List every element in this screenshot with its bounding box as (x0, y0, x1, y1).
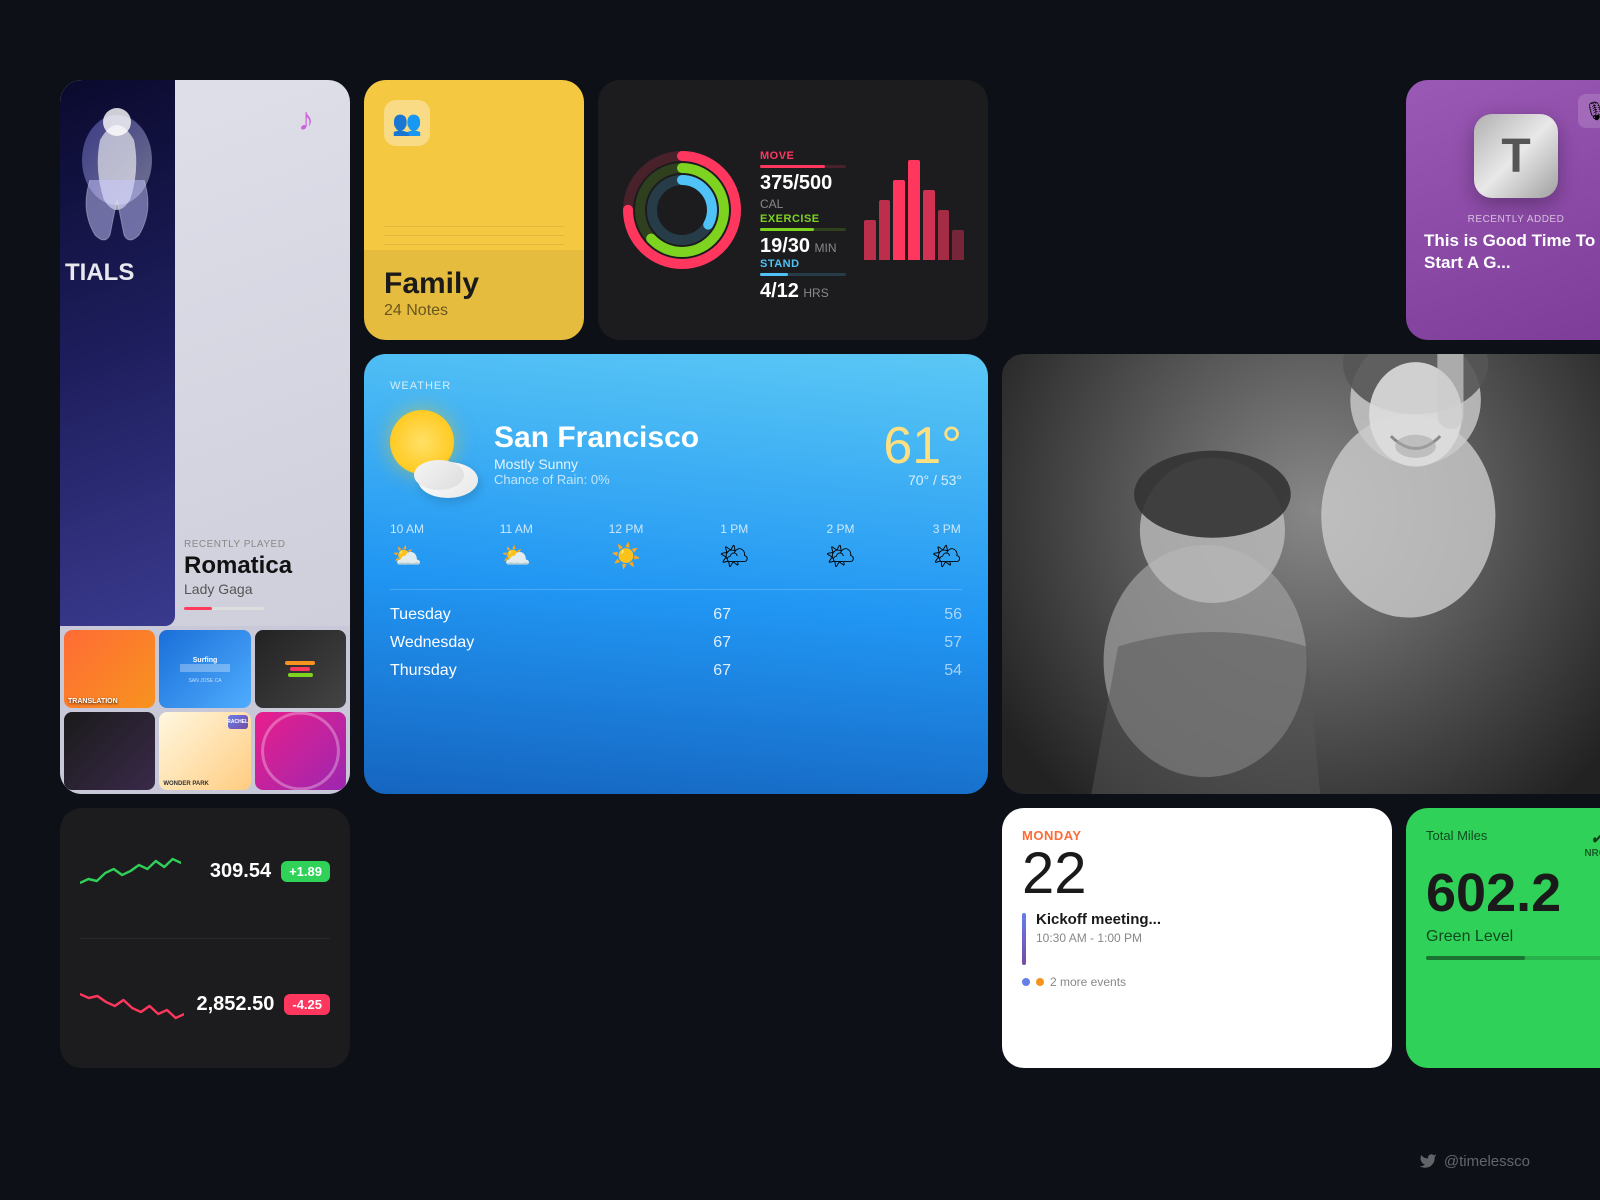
weather-city: San Francisco (494, 421, 867, 454)
nike-level: Green Level (1426, 928, 1600, 946)
recently-played-label: RECENTLY PLAYED (184, 539, 334, 550)
podcast-mic-icon: 🎙 (1578, 94, 1600, 128)
notes-widget: 👥 Family 24 Notes (364, 80, 584, 340)
music-progress-bar (184, 607, 212, 610)
album-thumb-1[interactable]: TRANSLATION (64, 630, 155, 708)
cal-date: 22 (1022, 845, 1372, 903)
music-artist: Lady Gaga (184, 581, 334, 597)
notes-icon: 👥 (384, 100, 430, 146)
weather-rain: Chance of Rain: 0% (494, 472, 867, 487)
nike-progress-fill (1426, 956, 1525, 960)
activity-rings (622, 150, 742, 270)
stock-row-2: 2,852.50 -4.25 (80, 984, 330, 1026)
svg-text:♪: ♪ (298, 101, 314, 136)
album-thumb-2[interactable]: Surfing SAN JOSE CA (159, 630, 250, 708)
music-title: Romatica (184, 553, 334, 579)
nike-nrc-label: NRC (1584, 848, 1600, 859)
move-unit: CAL (760, 197, 783, 211)
music-widget: TIALS ♪ RECENTLY PLAYED Rom (60, 80, 350, 794)
stand-unit: HRS (803, 286, 828, 300)
photo-widget: 515 (1002, 354, 1600, 794)
stock-row-1: 309.54 +1.89 (80, 851, 330, 893)
cal-event: Kickoff meeting... 10:30 AM - 1:00 PM (1022, 911, 1372, 965)
photo-content: 515 (1002, 354, 1600, 794)
recently-added-label: RECENTLY ADDED (1468, 214, 1565, 225)
svg-text:Surfing: Surfing (193, 657, 218, 664)
podcast-title: This is Good Time To Start A G... (1424, 230, 1600, 274)
notes-title: Family (384, 267, 564, 300)
activity-bar-chart (864, 160, 964, 260)
weather-widget: WEATHER San Francisco Mostly Sunny Chanc… (364, 354, 988, 794)
stock-change-2: -4.25 (284, 994, 330, 1015)
notes-text: Family 24 Notes (364, 267, 584, 340)
stock-chart-2 (80, 984, 184, 1026)
stock-change-1: +1.89 (281, 861, 330, 882)
nike-header: Total Miles ✓ NRC (1426, 828, 1600, 859)
nike-progress-track (1426, 956, 1600, 960)
stock-value-2: 2,852.50 (194, 993, 274, 1016)
notes-count: 24 Notes (384, 302, 564, 320)
exercise-label: EXERCISE (760, 213, 846, 225)
album-thumb-6[interactable] (255, 712, 346, 790)
weather-condition: Mostly Sunny (494, 456, 867, 472)
nike-swoosh-logo: ✓ (1584, 828, 1600, 848)
svg-text:TIALS: TIALS (65, 259, 134, 286)
weather-lo: 53° (941, 472, 962, 488)
music-note-icon: ♪ (294, 96, 334, 141)
move-label: MOVE (760, 150, 846, 162)
cal-event-time: 10:30 AM - 1:00 PM (1036, 931, 1161, 945)
activity-stats: MOVE 375/500 CAL EXERCISE 19/30 MIN STAN… (760, 150, 846, 270)
cal-dot-2 (1036, 978, 1044, 986)
move-value: 375/500 (760, 172, 832, 194)
weather-temp: 61° (883, 420, 962, 472)
twitter-handle: @timelessco (1419, 1152, 1530, 1170)
weather-hi: 70° (908, 472, 929, 488)
album-thumb-3[interactable] (255, 630, 346, 708)
weather-forecast: Tuesday 67 56 Wednesday 67 57 Thursday 6… (390, 606, 962, 680)
cal-event-bar (1022, 913, 1026, 965)
activity-widget: MOVE 375/500 CAL EXERCISE 19/30 MIN STAN… (598, 80, 988, 340)
stock-value-1: 309.54 (191, 860, 271, 883)
cal-more-text: 2 more events (1050, 975, 1126, 989)
calendar-widget: MONDAY 22 Kickoff meeting... 10:30 AM - … (1002, 808, 1392, 1068)
nike-total-label: Total Miles (1426, 828, 1487, 843)
stock-chart-1 (80, 851, 181, 893)
twitter-icon (1419, 1152, 1437, 1170)
svg-text:SAN JOSE CA: SAN JOSE CA (188, 678, 222, 684)
nike-widget: Total Miles ✓ NRC 602.2 Green Level (1406, 808, 1600, 1068)
stocks-widget: 309.54 +1.89 2,852.50 -4.25 (60, 808, 350, 1068)
cal-dot-1 (1022, 978, 1030, 986)
nike-miles: 602.2 (1426, 865, 1600, 922)
podcast-widget: 🎙 T RECENTLY ADDED This is Good Time To … (1406, 80, 1600, 340)
cal-event-title: Kickoff meeting... (1036, 911, 1161, 928)
weather-hourly: 10 AM⛅ 11 AM⛅ 12 PM☀️ 1 PM🌤 2 PM🌤 3 PM🌤 (390, 522, 962, 590)
album-art-svg: TIALS (60, 80, 175, 300)
weather-label: WEATHER (390, 380, 962, 392)
exercise-unit: MIN (815, 241, 837, 255)
twitter-text: @timelessco (1444, 1153, 1530, 1170)
cal-more-events: 2 more events (1022, 975, 1372, 989)
album-thumb-4[interactable] (64, 712, 155, 790)
exercise-value: 19/30 (760, 235, 810, 257)
stand-value: 4/12 (760, 280, 799, 302)
album-thumb-5[interactable]: WONDER PARK RACHEL (159, 712, 250, 790)
t-logo: T (1474, 114, 1558, 198)
weather-sun-icon (390, 410, 478, 498)
stand-label: STAND (760, 258, 846, 270)
